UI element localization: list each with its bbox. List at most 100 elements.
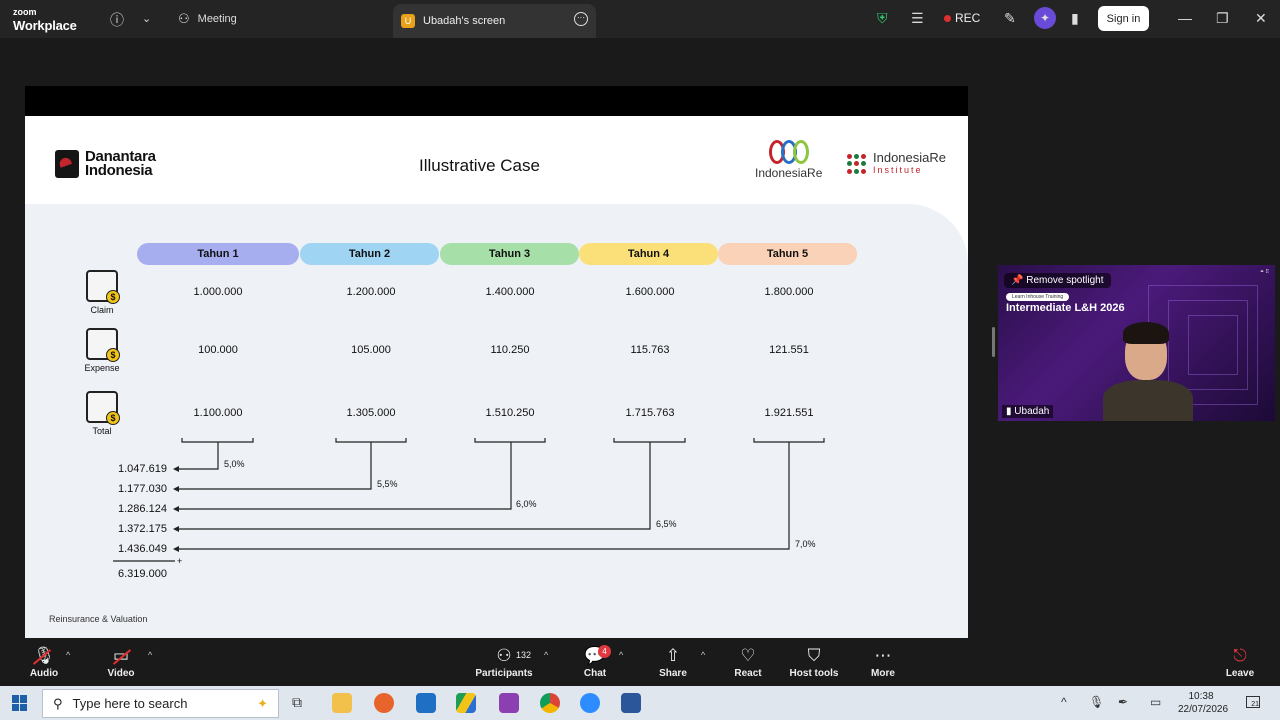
minimize-icon[interactable]: — bbox=[1178, 10, 1192, 26]
rate-label: 6,5% bbox=[656, 519, 677, 529]
presenter-avatar: U bbox=[401, 14, 415, 28]
connector-line bbox=[177, 442, 790, 550]
video-background-badge: Learn Inhouse Training bbox=[1006, 293, 1070, 301]
search-icon: ⚲ bbox=[53, 695, 63, 711]
bracket-line bbox=[613, 438, 686, 443]
taskbar-clock[interactable]: 10:38 22/07/2026 bbox=[1178, 690, 1229, 716]
clock-date: 22/07/2026 bbox=[1178, 704, 1229, 715]
display-icon[interactable]: ▭ bbox=[1150, 695, 1161, 709]
pv-value: 1.372.175 bbox=[118, 523, 167, 535]
arrowhead-icon bbox=[173, 466, 179, 472]
microphone-icon[interactable]: 🎙 bbox=[1089, 695, 1104, 709]
shared-slide: Danantara Indonesia Illustrative Case In… bbox=[25, 116, 968, 646]
audio-options-caret-icon[interactable]: ^ bbox=[66, 650, 70, 660]
audio-button[interactable]: 🎙 Audio bbox=[26, 646, 62, 679]
chat-label: Chat bbox=[583, 668, 607, 679]
chat-unread-badge: 4 bbox=[598, 645, 611, 658]
rate-label: 5,0% bbox=[224, 459, 245, 469]
zoom-logo: zoom bbox=[13, 7, 37, 17]
rec-label: REC bbox=[955, 11, 981, 25]
tab-shared-screen[interactable]: U Ubadah's screen ··· bbox=[393, 4, 596, 38]
share-button[interactable]: ⇧ Share bbox=[656, 646, 690, 679]
security-shield-icon[interactable]: ⛨ bbox=[877, 10, 888, 27]
participant-name-tag: ▮ Ubadah bbox=[1002, 405, 1054, 418]
word-icon[interactable] bbox=[621, 693, 641, 713]
taskbar-search-input[interactable]: ⚲ Type here to search ✦ bbox=[42, 689, 279, 718]
chrome-icon[interactable] bbox=[540, 693, 560, 713]
leave-door-icon: ⎋ bbox=[1233, 646, 1247, 665]
ai-companion-icon[interactable]: ✦ bbox=[1034, 7, 1056, 29]
tray-overflow-icon[interactable]: ^ bbox=[1061, 695, 1067, 709]
host-tools-label: Host tools bbox=[789, 668, 839, 679]
file-explorer-icon[interactable] bbox=[332, 693, 352, 713]
close-icon[interactable]: ✕ bbox=[1255, 10, 1267, 27]
signin-button[interactable]: Sign in bbox=[1098, 6, 1149, 31]
connector-line bbox=[177, 442, 512, 510]
pen-icon[interactable]: ✒ bbox=[1118, 695, 1128, 709]
clipchamp-icon[interactable] bbox=[499, 693, 519, 713]
more-button[interactable]: ⋯ More bbox=[866, 646, 900, 679]
firefox-icon[interactable] bbox=[374, 693, 394, 713]
participants-label: Participants bbox=[475, 668, 533, 679]
remove-spotlight-label: Remove spotlight bbox=[1026, 275, 1104, 286]
clock-time: 10:38 bbox=[1188, 691, 1214, 702]
tab-meeting[interactable]: ⚇ Meeting bbox=[178, 0, 237, 38]
speaker-figure bbox=[1103, 320, 1193, 421]
video-button[interactable]: ▭ Video bbox=[104, 646, 138, 679]
slide-top-bar bbox=[25, 86, 968, 116]
video-background-logos: ⚭ ⠿ bbox=[1259, 269, 1269, 275]
bracket-line bbox=[181, 438, 254, 443]
pv-value: 1.286.124 bbox=[118, 503, 167, 515]
stop-share-icon[interactable]: ▮ bbox=[1071, 10, 1079, 27]
notifications-icon[interactable]: 21 bbox=[1246, 696, 1260, 708]
heart-icon: ♡ bbox=[740, 646, 756, 665]
bracket-line bbox=[753, 438, 825, 443]
remove-spotlight-button[interactable]: 📌 Remove spotlight bbox=[1004, 273, 1111, 288]
spotlight-video-tile[interactable]: ⚭ ⠿ 📌 Remove spotlight Learn Inhouse Tra… bbox=[998, 265, 1275, 421]
slide-footer: Reinsurance & Valuation bbox=[49, 614, 148, 624]
signal-bars-icon: ▮ bbox=[1006, 406, 1012, 417]
host-tools-button[interactable]: ⛉ Host tools bbox=[789, 646, 839, 679]
connector-line bbox=[177, 442, 372, 490]
meeting-toolbar: 🎙 Audio ^ ▭ Video ^ ⚇ Participants 132 ^… bbox=[0, 638, 1280, 686]
rate-label: 5,5% bbox=[377, 479, 398, 489]
google-drive-icon[interactable] bbox=[456, 693, 476, 713]
pv-value: 1.047.619 bbox=[118, 463, 167, 475]
participants-count: 132 bbox=[516, 650, 532, 660]
task-view-icon[interactable]: ⧉ bbox=[292, 694, 302, 711]
annotate-pen-icon[interactable]: ✎ bbox=[1004, 10, 1016, 27]
connector-line bbox=[177, 442, 651, 530]
tab-meeting-label: Meeting bbox=[197, 13, 237, 25]
connector-line bbox=[177, 442, 219, 470]
arrowhead-icon bbox=[173, 526, 179, 532]
audio-label: Audio bbox=[29, 668, 59, 679]
video-options-caret-icon[interactable]: ^ bbox=[148, 650, 152, 660]
notes-icon[interactable]: ☰ bbox=[911, 10, 924, 27]
chat-caret-icon[interactable]: ^ bbox=[619, 650, 623, 660]
more-options-icon[interactable]: ··· bbox=[574, 12, 588, 26]
leave-label: Leave bbox=[1225, 668, 1255, 679]
info-icon[interactable]: ⓘ bbox=[110, 10, 124, 30]
notification-count: 21 bbox=[1251, 701, 1259, 708]
windows-start-icon[interactable] bbox=[12, 695, 28, 711]
record-dot-icon bbox=[944, 14, 951, 22]
chevron-down-icon[interactable]: ⌄ bbox=[142, 12, 151, 25]
panel-resize-handle[interactable] bbox=[992, 327, 995, 357]
meeting-stage: Danantara Indonesia Illustrative Case In… bbox=[0, 38, 1280, 646]
windows-taskbar: ⚲ Type here to search ✦ ⧉ ^ 🎙 ✒ ▭ 10:38 … bbox=[0, 686, 1280, 720]
react-button[interactable]: ♡ React bbox=[731, 646, 765, 679]
workplace-logo: Workplace bbox=[13, 18, 77, 33]
microphone-muted-icon: 🎙 bbox=[33, 646, 55, 665]
arrowhead-icon bbox=[173, 486, 179, 492]
zoom-app-icon[interactable] bbox=[580, 693, 600, 713]
restore-icon[interactable]: ❐ bbox=[1216, 10, 1229, 27]
participants-caret-icon[interactable]: ^ bbox=[544, 650, 548, 660]
outlook-icon[interactable] bbox=[416, 693, 436, 713]
rate-label: 7,0% bbox=[795, 539, 816, 549]
share-caret-icon[interactable]: ^ bbox=[701, 650, 705, 660]
recording-indicator[interactable]: REC bbox=[944, 11, 980, 25]
discount-connector-lines bbox=[113, 438, 825, 562]
share-screen-icon: ⇧ bbox=[665, 646, 681, 665]
participants-icon: ⚇ bbox=[178, 11, 190, 26]
leave-button[interactable]: ⎋ Leave bbox=[1224, 646, 1256, 679]
